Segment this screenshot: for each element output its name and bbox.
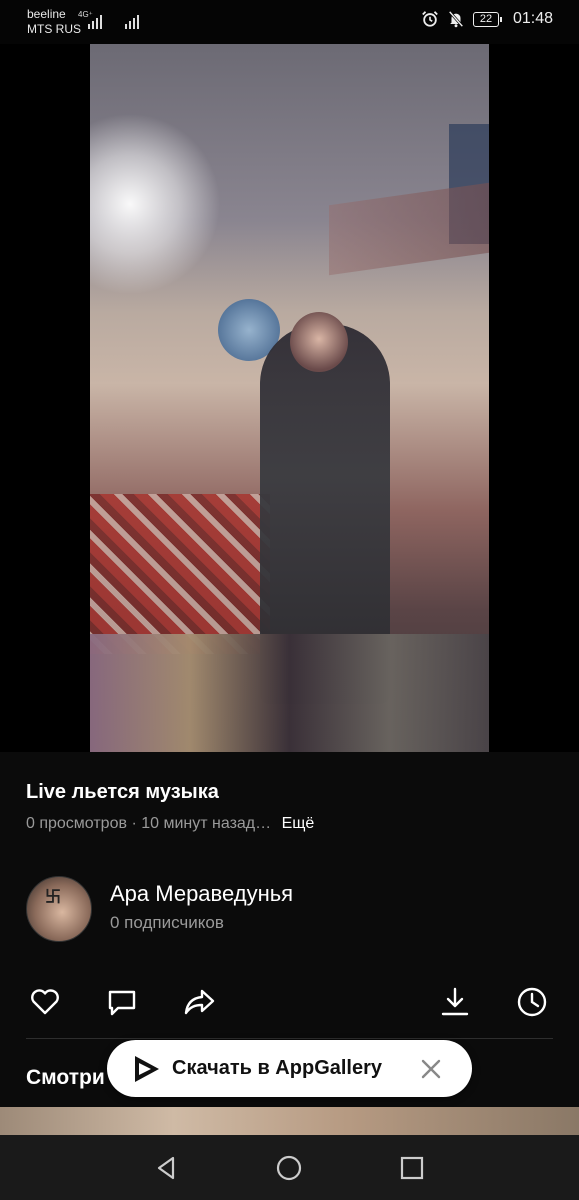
status-right: 22 01:48: [421, 10, 553, 28]
carrier-labels: beeline MTS RUS: [27, 7, 81, 37]
close-icon[interactable]: [419, 1057, 443, 1081]
channel-name[interactable]: Ара Мераведунья: [110, 881, 293, 907]
home-icon[interactable]: [275, 1154, 303, 1182]
view-count: 0 просмотров: [26, 815, 127, 832]
alarm-icon: [422, 11, 438, 27]
avatar[interactable]: 卐: [26, 876, 92, 942]
back-icon[interactable]: [152, 1154, 180, 1182]
video-meta[interactable]: 0 просмотров · 10 минут назад… Ещё: [26, 815, 314, 833]
watch-later-button[interactable]: [514, 984, 550, 1020]
system-nav-bar: [0, 1135, 579, 1200]
carrier-1: beeline: [27, 7, 66, 21]
meta-separator: ·: [131, 815, 137, 832]
action-bar: [0, 980, 579, 1024]
upload-time: 10 минут назад…: [141, 815, 272, 832]
share-icon: [184, 989, 215, 1015]
share-button[interactable]: [182, 984, 218, 1020]
clock-time: 01:48: [512, 10, 553, 27]
more-button[interactable]: Ещё: [282, 815, 315, 832]
download-button[interactable]: [437, 984, 473, 1020]
appgallery-toast[interactable]: Скачать в AppGallery: [107, 1040, 472, 1097]
mute-icon: [448, 10, 464, 28]
avatar-mark: 卐: [45, 889, 62, 906]
subscriber-count: 0 подписчиков: [110, 913, 224, 932]
video-player[interactable]: [0, 44, 579, 752]
battery-icon: 22: [472, 11, 502, 27]
like-icon: [31, 989, 59, 1015]
signal-icon: [88, 13, 102, 29]
video-thumbnail[interactable]: [0, 1107, 579, 1135]
play-icon: [135, 1056, 159, 1082]
like-button[interactable]: [27, 984, 63, 1020]
toast-label[interactable]: Скачать в AppGallery: [172, 1057, 382, 1080]
carrier-2: MTS RUS: [27, 22, 81, 36]
divider: [26, 1038, 553, 1039]
status-bar: beeline MTS RUS 4G⁺ 22 01:48: [0, 0, 579, 44]
comment-button[interactable]: [104, 984, 140, 1020]
video-frame[interactable]: [90, 44, 489, 752]
signal-icon: [125, 13, 139, 29]
video-title: Live льется музыка: [26, 781, 219, 803]
section-heading: Смотри: [26, 1066, 105, 1089]
recents-icon[interactable]: [398, 1154, 426, 1182]
channel-row[interactable]: 卐 Ара Мераведунья 0 подписчиков: [26, 876, 556, 942]
comment-icon: [108, 990, 136, 1016]
download-icon: [441, 987, 469, 1016]
watch-later-icon: [517, 987, 547, 1017]
